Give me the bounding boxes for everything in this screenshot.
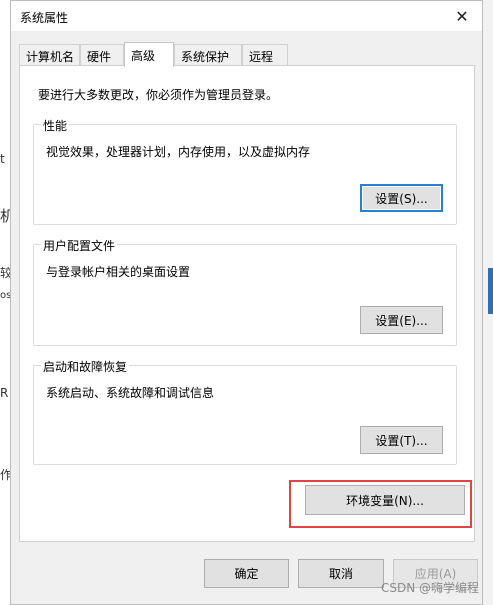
watermark: CSDN @嗨学编程: [380, 581, 479, 595]
tab-advanced[interactable]: 高级: [124, 42, 174, 67]
background-text-fragment: t: [0, 152, 5, 166]
advanced-tab-panel: 要进行大多数更改，你必须作为管理员登录。 性能 视觉效果，处理器计划，内存使用，…: [19, 65, 475, 542]
performance-group: 性能 视觉效果，处理器计划，内存使用，以及虚拟内存 设置(S)...: [33, 117, 457, 225]
tab-computer-name[interactable]: 计算机名: [19, 44, 80, 66]
performance-settings-button[interactable]: 设置(S)...: [360, 184, 443, 212]
user-profiles-settings-button[interactable]: 设置(E)...: [360, 306, 443, 334]
cancel-button[interactable]: 取消: [298, 559, 384, 588]
annotation-highlight-box: [289, 480, 472, 528]
close-button[interactable]: ✕: [442, 1, 482, 31]
startup-recovery-description: 系统启动、系统故障和调试信息: [46, 386, 215, 400]
background-text-fragment: R: [0, 386, 9, 400]
startup-recovery-group-title: 启动和故障恢复: [41, 358, 130, 375]
user-profiles-description: 与登录帐户相关的桌面设置: [46, 265, 191, 279]
tab-remote[interactable]: 远程: [242, 44, 288, 66]
title-bar[interactable]: 系统属性 ✕: [11, 1, 482, 31]
window-title: 系统属性: [20, 11, 69, 25]
admin-notice: 要进行大多数更改，你必须作为管理员登录。: [38, 88, 279, 102]
system-properties-dialog: 系统属性 ✕ 计算机名 硬件 高级 系统保护 远程 要进行大多数更改，你必须作为…: [10, 0, 483, 605]
performance-description: 视觉效果，处理器计划，内存使用，以及虚拟内存: [46, 145, 311, 159]
tab-system-protection[interactable]: 系统保护: [174, 44, 242, 66]
performance-group-title: 性能: [41, 117, 70, 134]
startup-recovery-settings-button[interactable]: 设置(T)...: [360, 426, 443, 454]
close-icon: ✕: [455, 6, 469, 26]
user-profiles-group: 用户配置文件 与登录帐户相关的桌面设置 设置(E)...: [33, 237, 457, 346]
background-accent-bar: [488, 268, 493, 314]
user-profiles-group-title: 用户配置文件: [41, 237, 118, 254]
ok-button[interactable]: 确定: [204, 559, 289, 588]
tab-hardware[interactable]: 硬件: [80, 44, 124, 66]
startup-recovery-group: 启动和故障恢复 系统启动、系统故障和调试信息 设置(T)...: [33, 358, 457, 465]
